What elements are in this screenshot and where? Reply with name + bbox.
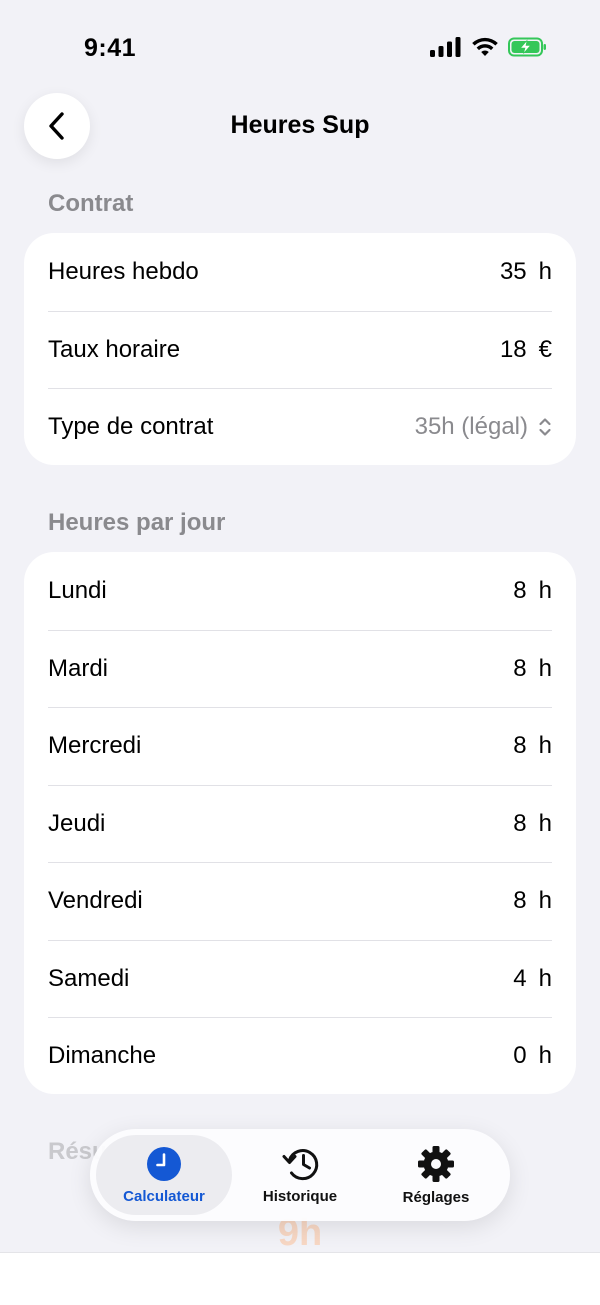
status-bar: 9:41 [0, 0, 600, 96]
tab-label: Calculateur [123, 1187, 205, 1205]
row-label: Jeudi [48, 809, 106, 837]
days-card: Lundi 8 h Mardi 8 h Mercredi 8 h Jeudi 8… [24, 552, 576, 1094]
row-contract-type[interactable]: Type de contrat 35h (légal) [48, 388, 552, 465]
row-unit: h [538, 1042, 552, 1070]
tab-bar: Calculateur Historique Réglages [90, 1129, 510, 1221]
row-value: 8 [513, 576, 527, 604]
bottom-panel [0, 1252, 600, 1305]
contract-card: Heures hebdo 35 h Taux horaire 18 € Type… [24, 233, 576, 465]
select-value: 35h (légal) [414, 413, 528, 441]
status-icons [430, 37, 548, 57]
row-day-tuesday[interactable]: Mardi 8 h [48, 629, 552, 708]
row-label: Heures hebdo [48, 257, 199, 285]
row-unit: h [538, 732, 552, 760]
gear-icon [418, 1145, 454, 1182]
section-header-days: Heures par jour [48, 509, 226, 536]
tab-history[interactable]: Historique [232, 1135, 368, 1215]
row-day-sunday[interactable]: Dimanche 0 h [48, 1017, 552, 1094]
row-hourly-rate[interactable]: Taux horaire 18 € [48, 310, 552, 389]
row-label: Lundi [48, 576, 107, 604]
tab-label: Historique [262, 1187, 338, 1205]
row-unit: h [538, 576, 552, 604]
contract-type-select[interactable]: 35h (légal) [415, 413, 552, 441]
row-value: 8 [513, 654, 527, 682]
row-day-wednesday[interactable]: Mercredi 8 h [48, 707, 552, 785]
row-unit: h [538, 809, 552, 837]
row-value: 18 [499, 335, 527, 363]
row-unit: h [538, 887, 552, 915]
hourly-rate-field[interactable]: 18 € [500, 336, 552, 364]
hours-field[interactable]: 4 h [513, 965, 552, 993]
history-icon [282, 1148, 319, 1180]
row-label: Taux horaire [48, 335, 181, 363]
hours-field[interactable]: 8 h [513, 810, 552, 838]
row-day-thursday[interactable]: Jeudi 8 h [48, 784, 552, 863]
row-label: Mardi [48, 654, 109, 682]
weekly-hours-field[interactable]: 35 h [500, 258, 552, 286]
row-value: 8 [513, 732, 527, 760]
tab-calculator[interactable]: Calculateur [96, 1135, 232, 1215]
hours-field[interactable]: 8 h [513, 887, 552, 915]
cellular-signal-icon [430, 37, 461, 57]
row-unit: h [538, 257, 552, 285]
battery-charging-icon [508, 37, 546, 57]
row-label: Samedi [48, 964, 130, 992]
row-label: Type de contrat [48, 413, 214, 441]
row-label: Vendredi [48, 887, 143, 915]
row-value: 0 [513, 1042, 527, 1070]
hours-field[interactable]: 8 h [513, 577, 552, 605]
hours-field[interactable]: 8 h [513, 732, 552, 760]
row-value: 8 [513, 887, 527, 915]
section-header-contract: Contrat [48, 190, 134, 217]
row-label: Mercredi [48, 732, 142, 760]
row-unit: h [538, 964, 552, 992]
chevron-up-down-icon [539, 418, 551, 436]
wifi-icon [472, 37, 498, 56]
row-value: 8 [513, 809, 527, 837]
clock-icon [147, 1146, 181, 1181]
row-day-friday[interactable]: Vendredi 8 h [48, 862, 552, 940]
row-day-saturday[interactable]: Samedi 4 h [48, 939, 552, 1018]
tab-settings[interactable]: Réglages [368, 1135, 504, 1215]
status-time: 9:41 [84, 34, 137, 62]
hours-field[interactable]: 0 h [513, 1042, 552, 1070]
row-weekly-hours[interactable]: Heures hebdo 35 h [48, 233, 552, 311]
tab-label: Réglages [402, 1188, 470, 1206]
row-label: Dimanche [48, 1042, 157, 1070]
row-day-monday[interactable]: Lundi 8 h [48, 552, 552, 630]
row-value: 4 [513, 964, 527, 992]
row-unit: € [538, 335, 552, 363]
hours-field[interactable]: 8 h [513, 655, 552, 683]
row-unit: h [538, 654, 552, 682]
page-title: Heures Sup [230, 111, 370, 139]
row-value: 35 [499, 257, 527, 285]
